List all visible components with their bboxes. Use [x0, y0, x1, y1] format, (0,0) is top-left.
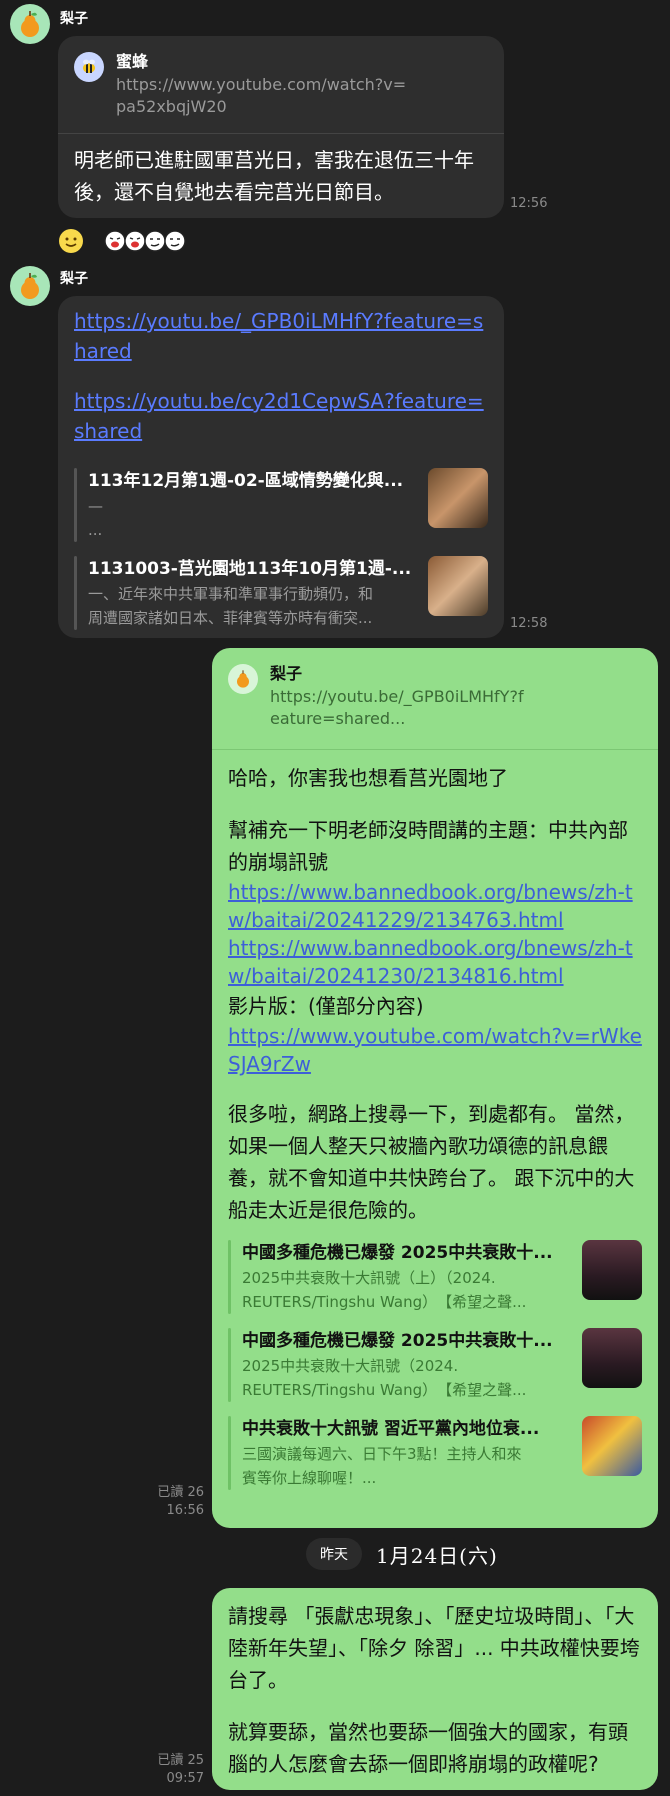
youtube-link[interactable]: https://youtu.be/_GPB0iLMHfY?feature=sha… [74, 306, 488, 366]
preview-desc: 周遭國家諸如日本、菲律賓等亦時有衝突... [88, 609, 373, 627]
bee-avatar [74, 52, 104, 82]
preview-desc: 三國演議每週六、日下午3點！主持人和來 [242, 1445, 522, 1463]
preview-desc: 賓等你上線聊喔！... [242, 1469, 377, 1487]
article-link[interactable]: https://www.bannedbook.org/bnews/zh-tw/b… [228, 934, 642, 990]
video-thumbnail [428, 556, 488, 616]
youtube-link[interactable]: https://www.youtube.com/watch?v=rWkeSJA9… [228, 1022, 642, 1078]
reply-quote[interactable]: 梨子 https://youtu.be/_GPB0iLMHfY?feature=… [212, 648, 658, 750]
link-preview[interactable]: 中國多種危機已爆發 2025中共衰敗十... 2025中共衰敗十大訊號（上）（2… [228, 1240, 642, 1314]
message-time: 09:57 [166, 1771, 204, 1786]
link-preview[interactable]: 1131003-莒光園地113年10月第1週-... 一、近年來中共軍事和準軍事… [74, 556, 488, 630]
preview-title: 中共衰敗十大訊號 習近平黨內地位衰... [242, 1419, 540, 1439]
preview-desc: — [88, 497, 103, 515]
message-time: 12:58 [510, 616, 548, 631]
reply-link-text: https://youtu.be/_GPB0iLMHfY?feature=sha… [270, 687, 524, 728]
reply-sender: 梨子 [270, 664, 303, 683]
pear-icon [237, 670, 249, 688]
preview-desc: 2025中共衰敗十大訊號（上）（2024. [242, 1269, 496, 1287]
link-preview[interactable]: 113年12月第1週-02-區域情勢變化與... — ... [74, 468, 488, 542]
pear-avatar [228, 664, 258, 694]
pear-icon [21, 273, 39, 299]
link-preview[interactable]: 中國多種危機已爆發 2025中共衰敗十... 2025中共衰敗十大訊號（2024… [228, 1328, 642, 1402]
video-thumbnail [428, 468, 488, 528]
message-time: 16:56 [166, 1503, 204, 1518]
article-link[interactable]: https://www.bannedbook.org/bnews/zh-tw/b… [228, 878, 642, 934]
preview-title: 中國多種危機已爆發 2025中共衰敗十... [242, 1243, 553, 1263]
message-bubble[interactable]: https://youtu.be/_GPB0iLMHfY?feature=sha… [58, 296, 504, 638]
reply-sender: 蜜蜂 [116, 52, 149, 71]
laugh-face-icon [104, 230, 126, 252]
message-bubble-outgoing[interactable]: 梨子 https://youtu.be/_GPB0iLMHfY?feature=… [212, 648, 658, 1528]
smile-emoji-icon[interactable] [58, 228, 84, 254]
link-preview[interactable]: 中共衰敗十大訊號 習近平黨內地位衰... 三國演議每週六、日下午3點！主持人和來… [228, 1416, 642, 1490]
read-receipt: 已讀 26 16:56 [140, 1484, 204, 1520]
message-bubble-outgoing[interactable]: 請搜尋 「張獻忠現象」、「歷史垃圾時間」、「大陸新年失望」、「除夕 除習」...… [212, 1588, 658, 1790]
avatar-pear[interactable] [10, 4, 50, 44]
message-text: 請搜尋 「張獻忠現象」、「歷史垃圾時間」、「大陸新年失望」、「除夕 除習」...… [228, 1604, 640, 1692]
news-thumbnail [582, 1240, 642, 1300]
sender-name: 梨子 [60, 271, 88, 287]
smirk-face-icon [144, 230, 166, 252]
smirk-face-icon [164, 230, 186, 252]
sender-name: 梨子 [60, 11, 88, 27]
message-text: 明老師已進駐國軍莒光日，害我在退伍三十年後，還不自覺地去看完莒光日節目。 [74, 148, 474, 204]
preview-title: 113年12月第1週-02-區域情勢變化與... [88, 471, 404, 491]
preview-desc: 2025中共衰敗十大訊號（2024. [242, 1357, 459, 1375]
youtube-link[interactable]: https://youtu.be/cy2d1CepwSA?feature=sha… [74, 386, 488, 446]
date-separator: 昨天 1月24日(六) [306, 1538, 498, 1570]
message-time: 12:56 [510, 196, 548, 211]
read-status: 已讀 26 [157, 1485, 204, 1500]
date-label: 1月24日(六) [376, 1543, 498, 1568]
video-thumbnail [582, 1416, 642, 1476]
avatar-pear[interactable] [10, 266, 50, 306]
preview-title: 中國多種危機已爆發 2025中共衰敗十... [242, 1331, 553, 1351]
message-text: 很多啦，網路上搜尋一下，到處都有。 當然，如果一個人整天只被牆內歌功頌德的訊息餵… [228, 1102, 635, 1222]
preview-title: 1131003-莒光園地113年10月第1週-... [88, 559, 412, 579]
laugh-face-icon [124, 230, 146, 252]
date-pill: 昨天 [306, 1538, 362, 1570]
preview-desc: REUTERS/Tingshu Wang） 【希望之聲... [242, 1381, 527, 1399]
reaction-stickers[interactable] [104, 229, 186, 253]
message-bubble[interactable]: 蜜蜂 https://www.youtube.com/watch?v=pa52x… [58, 36, 504, 218]
bee-icon [83, 59, 95, 73]
reply-link-text: https://www.youtube.com/watch?v=pa52xbqj… [116, 75, 407, 116]
message-text: 影片版：(僅部分內容) [228, 994, 424, 1018]
preview-desc: REUTERS/Tingshu Wang） 【希望之聲... [242, 1293, 527, 1311]
reactions-row[interactable] [58, 228, 186, 254]
pear-icon [21, 11, 39, 37]
message-text: 就算要舔，當然也要舔一個強大的國家，有頭腦的人怎麼會去舔一個即將崩塌的政權呢? [228, 1720, 628, 1776]
news-thumbnail [582, 1328, 642, 1388]
reply-quote[interactable]: 蜜蜂 https://www.youtube.com/watch?v=pa52x… [58, 36, 504, 134]
message-text: 哈哈，你害我也想看莒光園地了 [228, 766, 508, 790]
preview-desc: ... [88, 521, 103, 539]
read-status: 已讀 25 [157, 1753, 204, 1768]
message-text: 幫補充一下明老師沒時間講的主題：中共內部的崩塌訊號 [228, 818, 628, 874]
read-receipt: 已讀 25 09:57 [140, 1752, 204, 1788]
preview-desc: 一、近年來中共軍事和準軍事行動頻仍，和 [88, 585, 374, 603]
